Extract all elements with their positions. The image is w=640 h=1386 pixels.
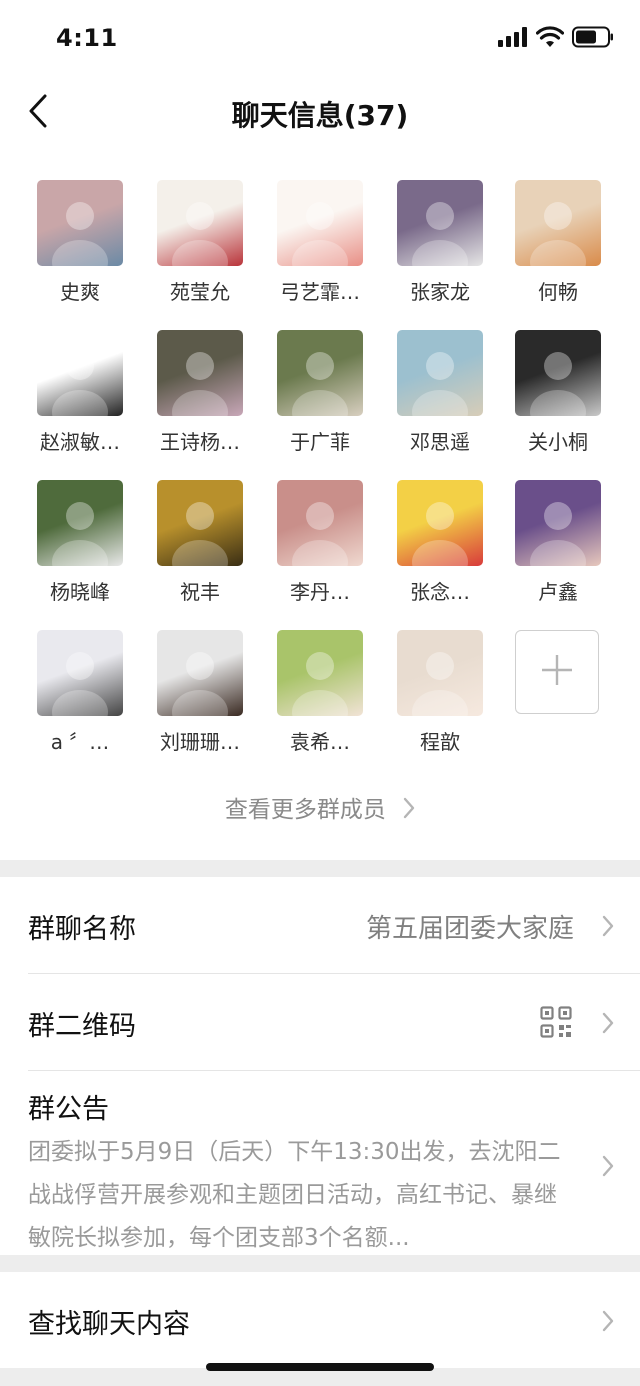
avatar[interactable]	[37, 480, 123, 566]
avatar[interactable]	[397, 330, 483, 416]
member-item[interactable]: 张念…	[380, 450, 500, 604]
member-item[interactable]: a 〞…	[20, 600, 140, 754]
group-notice-row[interactable]: 群公告 团委拟于5月9日（后天）下午13:30出发，去沈阳二战战俘营开展参观和主…	[28, 1071, 640, 1261]
member-item[interactable]: 张家龙	[380, 150, 500, 304]
qr-code-icon	[540, 1006, 572, 1042]
member-item[interactable]: 弓艺霏…	[260, 150, 380, 304]
member-item[interactable]: 何畅	[498, 150, 618, 304]
member-item[interactable]: 苑莹允	[140, 150, 260, 304]
member-name: 袁希…	[290, 730, 350, 754]
home-indicator	[206, 1363, 434, 1371]
search-settings: 查找聊天内容	[0, 1272, 640, 1368]
member-item[interactable]: 邓思遥	[380, 300, 500, 454]
member-item[interactable]: 关小桐	[498, 300, 618, 454]
avatar[interactable]	[277, 330, 363, 416]
search-chat-row[interactable]: 查找聊天内容	[28, 1272, 640, 1368]
member-item[interactable]: 卢鑫	[498, 450, 618, 604]
member-item[interactable]: 杨晓峰	[20, 450, 140, 604]
avatar[interactable]	[157, 630, 243, 716]
chat-info-screen: 4:11 聊天信息(37) 史爽 苑莹允 弓艺霏… 张家龙 何畅 赵淑敏… 王诗…	[0, 0, 640, 1386]
status-bar: 4:11	[0, 0, 640, 80]
chevron-right-icon	[602, 1012, 614, 1038]
group-notice-text: 团委拟于5月9日（后天）下午13:30出发，去沈阳二战战俘营开展参观和主题团日活…	[28, 1139, 561, 1251]
group-name-value: 第五届团委大家庭	[365, 914, 574, 944]
group-name-row[interactable]: 群聊名称 第五届团委大家庭	[28, 877, 640, 974]
avatar[interactable]	[37, 330, 123, 416]
nav-bar: 聊天信息(37)	[0, 80, 640, 150]
chevron-right-icon	[602, 1155, 614, 1181]
add-member-box[interactable]	[515, 630, 599, 714]
member-item[interactable]: 史爽	[20, 150, 140, 304]
avatar[interactable]	[515, 180, 601, 266]
view-more-members-link[interactable]: 查看更多群成员	[0, 790, 640, 825]
member-item[interactable]: 于广菲	[260, 300, 380, 454]
view-more-label: 查看更多群成员	[224, 797, 386, 823]
member-item[interactable]: 祝丰	[140, 450, 260, 604]
search-chat-label: 查找聊天内容	[28, 1309, 190, 1340]
group-notice-label: 群公告	[28, 1094, 109, 1125]
member-item[interactable]: 刘珊珊…	[140, 600, 260, 754]
group-name-label: 群聊名称	[28, 914, 136, 945]
avatar[interactable]	[37, 630, 123, 716]
avatar[interactable]	[277, 480, 363, 566]
page-title: 聊天信息(37)	[231, 99, 409, 132]
member-item[interactable]: 王诗杨…	[140, 300, 260, 454]
member-item[interactable]: 袁希…	[260, 600, 380, 754]
member-item[interactable]: 李丹…	[260, 450, 380, 604]
member-item[interactable]: 赵淑敏…	[20, 300, 140, 454]
chevron-right-icon	[602, 1310, 614, 1336]
avatar[interactable]	[157, 330, 243, 416]
avatar[interactable]	[157, 480, 243, 566]
group-qr-label: 群二维码	[28, 1011, 136, 1042]
member-item[interactable]: 程歆	[380, 600, 500, 754]
battery-icon	[572, 26, 614, 52]
wifi-icon	[535, 26, 565, 52]
plus-icon	[540, 653, 574, 691]
status-icons	[498, 26, 614, 52]
chevron-right-icon	[403, 797, 415, 825]
member-name: 程歆	[420, 730, 460, 754]
add-member-button[interactable]	[498, 600, 618, 740]
chevron-right-icon	[602, 915, 614, 941]
avatar[interactable]	[37, 180, 123, 266]
member-name: 刘珊珊…	[160, 730, 240, 754]
member-name: a 〞…	[50, 730, 110, 754]
avatar[interactable]	[397, 180, 483, 266]
avatar[interactable]	[515, 330, 601, 416]
avatar[interactable]	[277, 180, 363, 266]
avatar[interactable]	[157, 180, 243, 266]
group-settings: 群聊名称 第五届团委大家庭 群二维码 群公告 团委拟于5月9日（后天）下午13:…	[0, 877, 640, 1255]
avatar[interactable]	[397, 480, 483, 566]
avatar[interactable]	[397, 630, 483, 716]
member-grid: 史爽 苑莹允 弓艺霏… 张家龙 何畅赵淑敏… 王诗杨… 于广菲 邓思遥 关小桐杨晓峰 祝丰 李丹… 张…	[0, 150, 640, 860]
group-qr-row[interactable]: 群二维码	[28, 974, 640, 1071]
avatar[interactable]	[515, 480, 601, 566]
signal-icon	[498, 27, 528, 51]
status-time: 4:11	[56, 24, 118, 52]
avatar[interactable]	[277, 630, 363, 716]
